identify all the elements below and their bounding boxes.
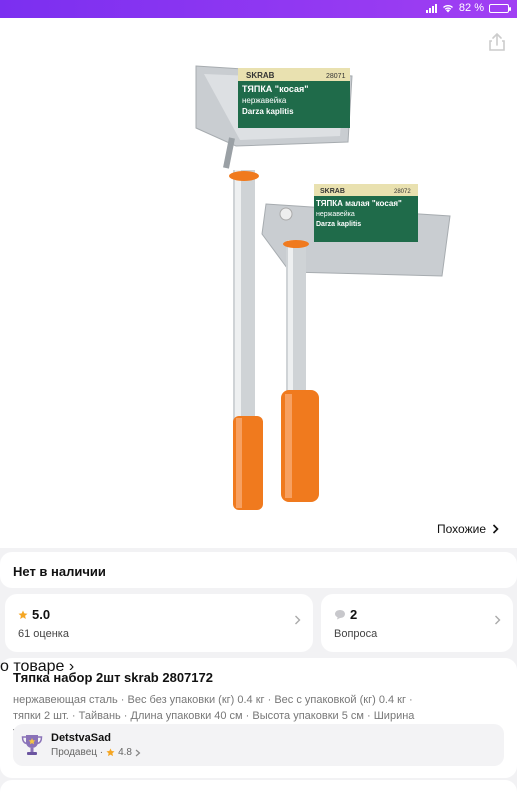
big-label-code: 28071	[326, 73, 346, 80]
chevron-right-icon	[492, 524, 499, 534]
big-label-line1: ТЯПКА "косая"	[242, 84, 308, 94]
small-label-line1: ТЯПКА малая "косая"	[316, 199, 402, 208]
share-icon	[489, 32, 505, 51]
rating-value: 5.0	[32, 607, 51, 622]
seller-rating: 4.8	[118, 747, 132, 758]
seller-card[interactable]: DetstvaSad Продавец · 4.8	[13, 724, 504, 766]
big-label-line2: нержавейка	[242, 96, 287, 105]
product-title: Тяпка набор 2шт skrab 2807172	[13, 670, 213, 685]
small-label-brand: SKRAB	[320, 188, 345, 195]
next-section-edge	[0, 780, 517, 800]
rating-card[interactable]: 5.0 61 оценка	[5, 594, 313, 652]
questions-card[interactable]: 2 Вопроса	[321, 594, 513, 652]
chevron-right-icon	[135, 749, 141, 756]
questions-value: 2	[350, 607, 358, 622]
status-indicators: 82 %	[425, 2, 511, 14]
chevron-left-icon	[16, 35, 27, 53]
small-label-line3: Darza kaplitis	[316, 221, 361, 228]
big-label-line3: Darza kaplitis	[242, 107, 294, 116]
availability-status: Нет в наличии	[0, 552, 517, 588]
similar-label: Похожие	[437, 522, 486, 536]
rating-count: 61 оценка	[18, 628, 69, 640]
wifi-icon	[442, 5, 453, 13]
star-icon	[106, 748, 115, 757]
battery-percent: 82 %	[458, 2, 484, 14]
big-label-brand: SKRAB	[246, 71, 275, 80]
chevron-right-icon	[495, 615, 501, 625]
status-bar: 82 %	[0, 0, 517, 18]
small-label-code: 28072	[394, 189, 411, 195]
about-product-link[interactable]: о товаре ›	[0, 658, 74, 676]
chat-bubble-icon	[335, 610, 345, 620]
seller-name: DetstvaSad	[51, 732, 111, 744]
signal-icon	[425, 3, 437, 13]
share-button[interactable]	[483, 28, 511, 56]
back-button[interactable]	[8, 30, 36, 58]
product-photo: SKRAB 28071 ТЯПКА "косая" нержавейка Dar…	[195, 65, 451, 510]
trophy-icon	[21, 735, 43, 755]
similar-link[interactable]: Похожие	[437, 522, 499, 536]
product-gallery[interactable]: SKRAB 28071 ТЯПКА "косая" нержавейка Dar…	[0, 18, 517, 548]
seller-role: Продавец ·	[51, 747, 104, 758]
questions-label: Вопроса	[334, 628, 378, 640]
star-icon	[18, 610, 28, 619]
battery-icon	[489, 3, 511, 13]
chevron-right-icon	[295, 615, 301, 625]
small-label-line2: нержавейка	[316, 210, 355, 218]
